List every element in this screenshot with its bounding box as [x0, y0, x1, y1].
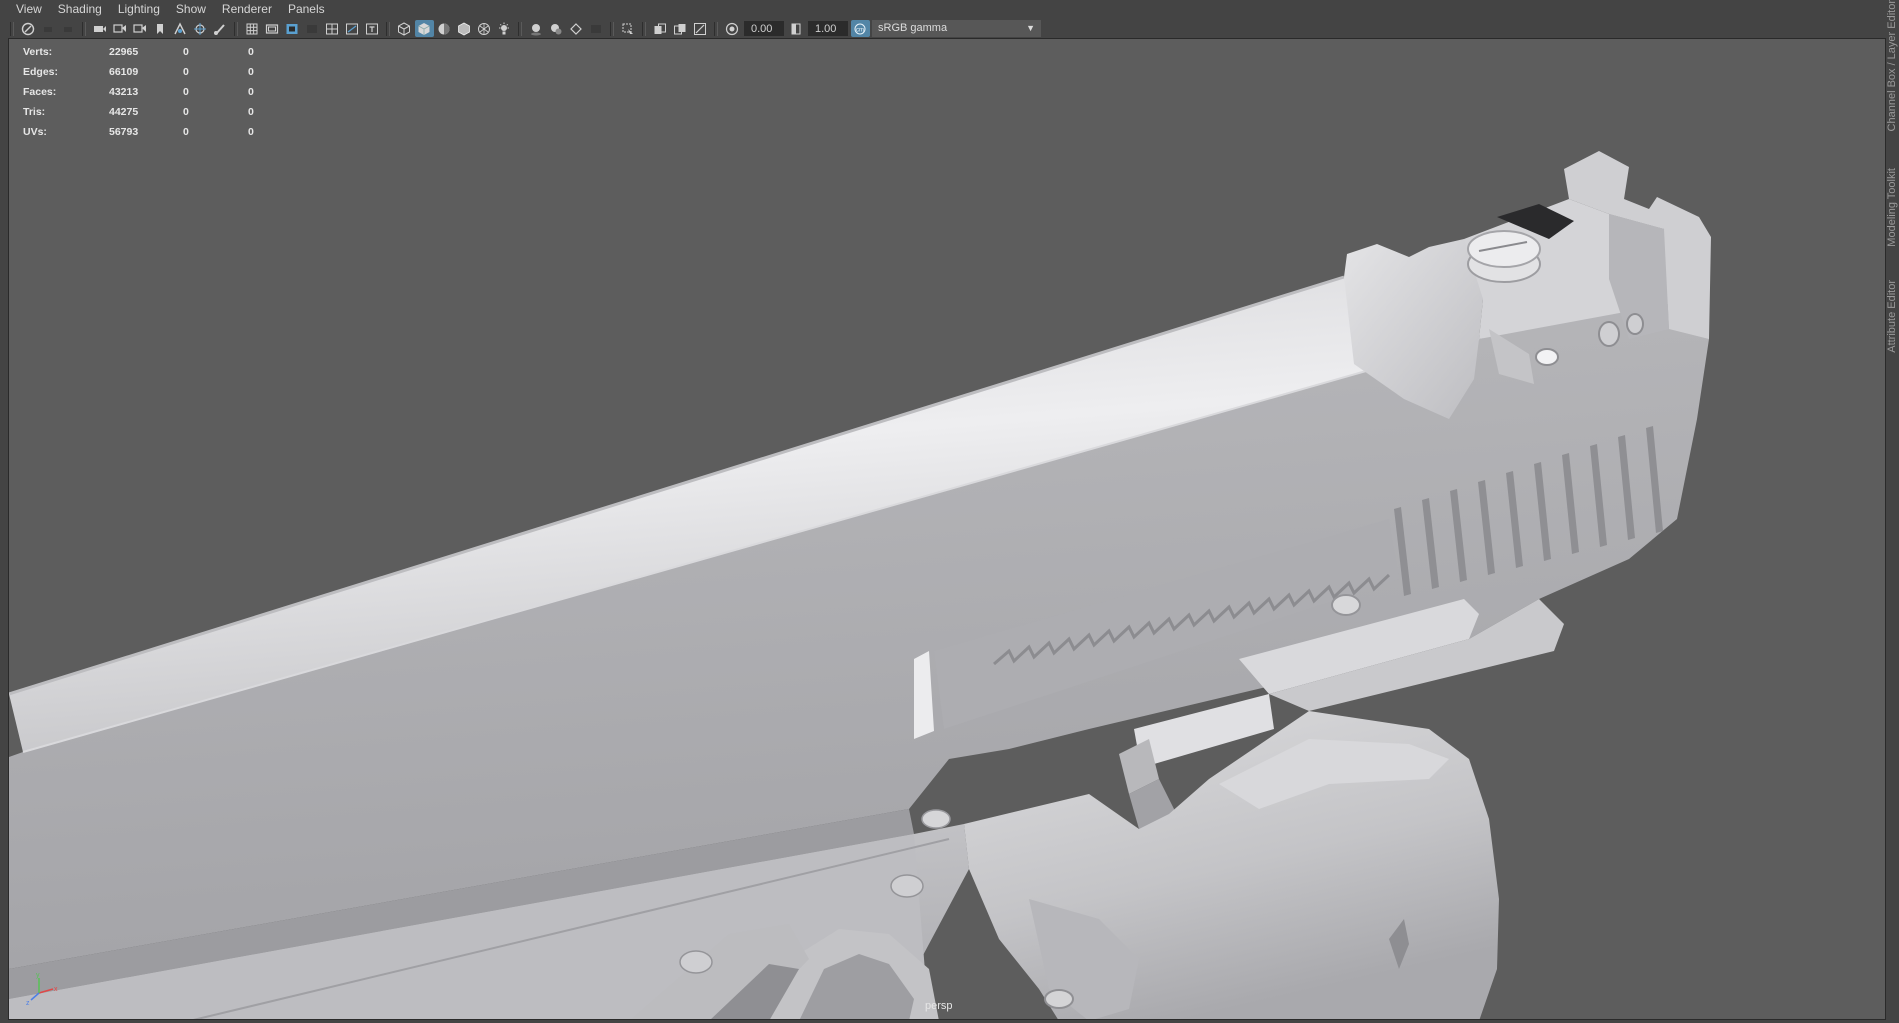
- camera-move-icon[interactable]: [171, 20, 190, 37]
- menu-renderer[interactable]: Renderer: [214, 0, 280, 19]
- hud-value: 22965: [109, 46, 139, 58]
- panel-toolbar: 0.00 1.00 cm sRGB gamma ▼: [0, 19, 1899, 38]
- hud-label: Verts:: [23, 46, 53, 58]
- svg-text:y: y: [36, 972, 40, 979]
- exposure-icon[interactable]: [723, 20, 742, 37]
- field-chart-icon[interactable]: [323, 20, 342, 37]
- hud-selected-count: 0: [183, 126, 189, 138]
- image-plane-icon[interactable]: [91, 20, 110, 37]
- exposure-field[interactable]: 0.00: [744, 21, 784, 36]
- hud-selected-count: 0: [183, 106, 189, 118]
- hud-selected-alt-count: 0: [248, 126, 254, 138]
- grid-icon[interactable]: [243, 20, 262, 37]
- camera-attributes-icon[interactable]: [39, 20, 58, 37]
- toolbar-divider: [642, 21, 646, 36]
- camera-pivot-icon[interactable]: [191, 20, 210, 37]
- wireframe-icon[interactable]: [395, 20, 414, 37]
- toolbar-divider: [518, 21, 522, 36]
- hud-selected-alt-count: 0: [248, 86, 254, 98]
- view-transform-value: sRGB gamma: [878, 22, 948, 34]
- gamma-field[interactable]: 1.00: [808, 21, 848, 36]
- svg-text:cm: cm: [856, 27, 864, 33]
- svg-text:x: x: [54, 986, 58, 993]
- attribute-editor-tab[interactable]: Attribute Editor: [1886, 280, 1899, 353]
- grease-pencil-icon[interactable]: [131, 20, 150, 37]
- xray-icon[interactable]: [475, 20, 494, 37]
- toolbar-divider: [10, 21, 14, 36]
- smooth-shade-icon[interactable]: [414, 20, 434, 37]
- menu-shading[interactable]: Shading: [50, 0, 110, 19]
- hud-selected-alt-count: 0: [248, 66, 254, 78]
- film-gate-icon[interactable]: [263, 20, 282, 37]
- wireframe-on-shaded-icon[interactable]: [455, 20, 474, 37]
- motion-blur-icon[interactable]: [567, 20, 586, 37]
- color-management-icon[interactable]: cm: [850, 20, 870, 37]
- pistol-model: [9, 151, 1711, 1019]
- default-material-icon[interactable]: [435, 20, 454, 37]
- modeling-toolkit-tab[interactable]: Modeling Toolkit: [1886, 168, 1899, 247]
- hud-selected-count: 0: [183, 86, 189, 98]
- menu-view[interactable]: View: [0, 0, 50, 19]
- hud-row-tris: Tris: 44275 0 0: [23, 102, 313, 122]
- view-axis-icon: x y z: [26, 972, 58, 1007]
- frame-all-icon[interactable]: [671, 20, 690, 37]
- right-dock-tabs: Channel Box / Layer Editor Modeling Tool…: [1886, 0, 1899, 1023]
- hud-selected-count: 0: [183, 46, 189, 58]
- shadows-icon[interactable]: [527, 20, 546, 37]
- chevron-down-icon: ▼: [1026, 23, 1035, 33]
- hud-label: UVs:: [23, 126, 47, 138]
- hud-value: 56793: [109, 126, 139, 138]
- bookmark-icon[interactable]: [151, 20, 170, 37]
- poly-count-hud: Verts: 22965 0 0 Edges: 66109 0 0 Faces:…: [23, 42, 313, 142]
- maya-window: View Shading Lighting Show Renderer Pane…: [0, 0, 1899, 1023]
- hud-label: Tris:: [23, 106, 46, 118]
- ssao-icon[interactable]: [691, 20, 710, 37]
- toolbar-divider: [610, 21, 614, 36]
- isolate-select-icon[interactable]: [619, 20, 638, 37]
- panel-menu-bar: View Shading Lighting Show Renderer Pane…: [0, 0, 1899, 19]
- gamma-icon[interactable]: [787, 20, 806, 37]
- hud-row-verts: Verts: 22965 0 0: [23, 42, 313, 62]
- toolbar-divider: [82, 21, 86, 36]
- hud-selected-count: 0: [183, 66, 189, 78]
- hud-row-uvs: UVs: 56793 0 0: [23, 122, 313, 142]
- select-camera-icon[interactable]: [19, 20, 38, 37]
- lights-icon[interactable]: [495, 20, 514, 37]
- perspective-viewport[interactable]: Verts: 22965 0 0 Edges: 66109 0 0 Faces:…: [8, 38, 1886, 1020]
- paint-brush-icon[interactable]: [211, 20, 230, 37]
- ambient-occlusion-icon[interactable]: [547, 20, 566, 37]
- hud-value: 66109: [109, 66, 139, 78]
- anti-aliasing-icon[interactable]: [587, 20, 606, 37]
- hud-value: 44275: [109, 106, 139, 118]
- 2d-pan-zoom-icon[interactable]: [111, 20, 130, 37]
- bookmarks-icon[interactable]: [59, 20, 78, 37]
- hud-row-faces: Faces: 43213 0 0: [23, 82, 313, 102]
- hud-label: Edges:: [23, 66, 59, 78]
- channel-box-tab[interactable]: Channel Box / Layer Editor: [1886, 0, 1899, 131]
- hud-row-edges: Edges: 66109 0 0: [23, 62, 313, 82]
- hud-value: 43213: [109, 86, 139, 98]
- toolbar-divider: [234, 21, 238, 36]
- gate-mask-icon[interactable]: [303, 20, 322, 37]
- menu-show[interactable]: Show: [168, 0, 214, 19]
- resolution-gate-icon[interactable]: [283, 20, 302, 37]
- toolbar-divider: [714, 21, 718, 36]
- camera-name-label: persp: [925, 1000, 953, 1012]
- hud-selected-alt-count: 0: [248, 46, 254, 58]
- hud-toggle-icon[interactable]: [651, 20, 670, 37]
- toolbar-divider: [386, 21, 390, 36]
- safe-action-icon[interactable]: [343, 20, 362, 37]
- menu-panels[interactable]: Panels: [280, 0, 333, 19]
- hud-selected-alt-count: 0: [248, 106, 254, 118]
- hud-label: Faces:: [23, 86, 57, 98]
- view-transform-dropdown[interactable]: sRGB gamma ▼: [872, 20, 1041, 37]
- safe-title-icon[interactable]: [363, 20, 382, 37]
- svg-text:z: z: [26, 1000, 30, 1007]
- menu-lighting[interactable]: Lighting: [110, 0, 168, 19]
